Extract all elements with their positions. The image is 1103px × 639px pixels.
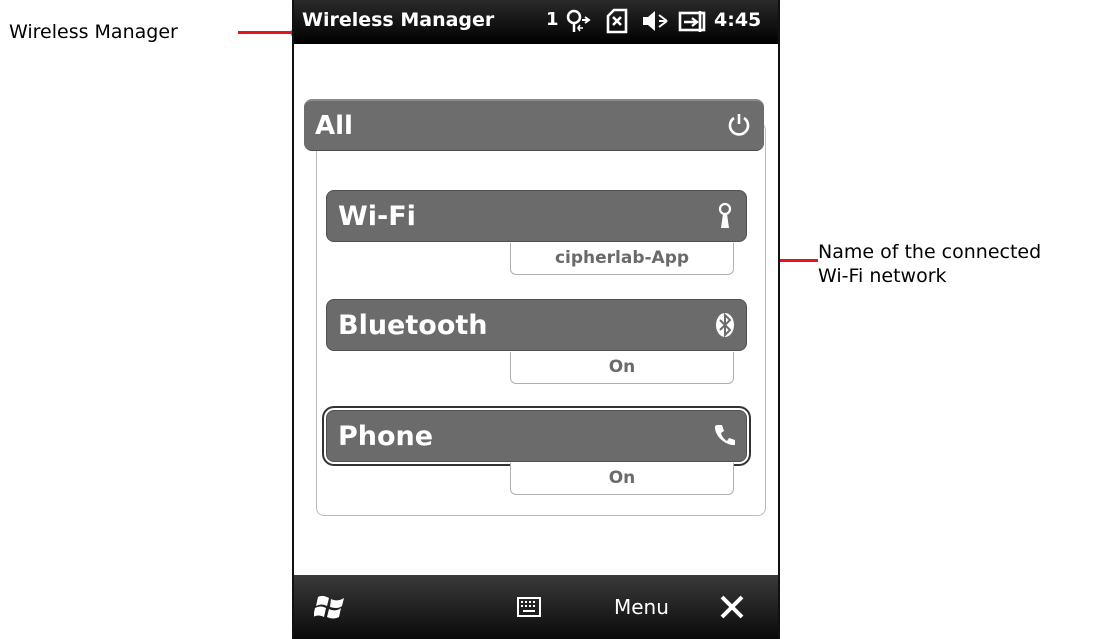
device-screen: Wireless Manager 1 4:45 All Wi-Fi cipher… bbox=[294, 0, 778, 639]
phone-status: On bbox=[510, 463, 734, 495]
bluetooth-status: On bbox=[510, 352, 734, 384]
phone-label: Phone bbox=[338, 421, 434, 452]
menu-softkey[interactable]: Menu bbox=[614, 595, 669, 619]
battery-charging-icon[interactable] bbox=[678, 8, 708, 39]
status-bar: Wireless Manager 1 4:45 bbox=[294, 0, 778, 44]
wifi-label: Wi-Fi bbox=[338, 201, 416, 232]
speaker-mute-icon[interactable] bbox=[641, 8, 669, 39]
callout-network-name-line2: Wi-Fi network bbox=[818, 265, 947, 287]
phone-toggle-bar[interactable]: Phone bbox=[326, 410, 747, 462]
windows-start-icon[interactable] bbox=[313, 591, 348, 627]
all-toggle-bar[interactable]: All bbox=[304, 99, 764, 151]
signal-count: 1 bbox=[546, 9, 559, 30]
connectivity-icon[interactable] bbox=[566, 8, 594, 39]
wifi-network-name: cipherlab-App bbox=[510, 243, 734, 275]
bluetooth-icon bbox=[714, 311, 736, 343]
no-sim-icon[interactable] bbox=[604, 8, 630, 39]
callout-network-name: Name of the connected Wi-Fi network bbox=[818, 240, 1041, 288]
clock[interactable]: 4:45 bbox=[714, 9, 761, 31]
phone-icon bbox=[712, 422, 736, 452]
bluetooth-label: Bluetooth bbox=[338, 310, 488, 341]
keyboard-icon[interactable] bbox=[517, 597, 541, 621]
all-label: All bbox=[315, 111, 353, 141]
wifi-antenna-icon bbox=[714, 202, 736, 234]
bottom-menu-bar: Menu bbox=[294, 575, 778, 639]
wifi-toggle-bar[interactable]: Wi-Fi bbox=[326, 190, 747, 242]
close-icon[interactable] bbox=[718, 593, 746, 625]
window-title: Wireless Manager bbox=[302, 9, 495, 31]
power-icon[interactable] bbox=[726, 112, 752, 142]
bluetooth-toggle-bar[interactable]: Bluetooth bbox=[326, 299, 747, 351]
callout-network-name-line1: Name of the connected bbox=[818, 241, 1042, 263]
callout-wireless-manager: Wireless Manager bbox=[9, 21, 178, 43]
